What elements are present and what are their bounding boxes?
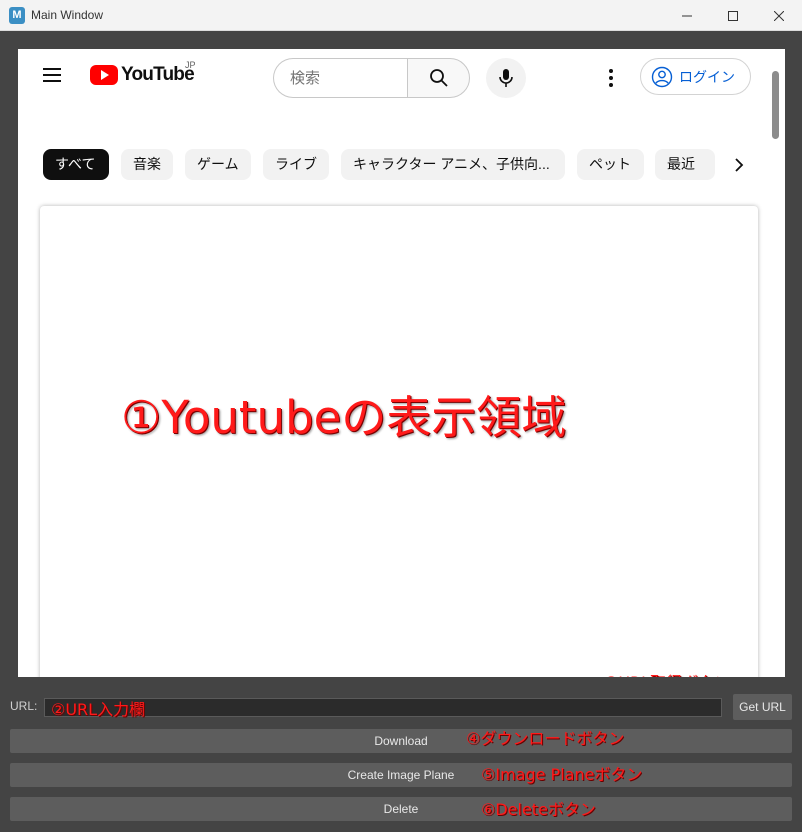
login-label: ログイン	[679, 68, 735, 85]
chip-next-button[interactable]	[725, 149, 753, 180]
title-bar: M Main Window	[0, 0, 802, 31]
maximize-icon	[728, 10, 738, 21]
login-button[interactable]: ログイン	[640, 58, 751, 95]
youtube-header: YouTube JP ログイン	[18, 49, 785, 105]
more-options-icon[interactable]	[599, 66, 623, 90]
minimize-button[interactable]	[664, 0, 710, 31]
youtube-search-button[interactable]	[407, 58, 470, 98]
main-panel: YouTube JP ログイン すべて 音楽 ゲーム ライブ キャラクター アニ…	[0, 31, 802, 832]
youtube-search-input[interactable]	[273, 58, 407, 98]
scrollbar-track[interactable]	[770, 49, 785, 677]
youtube-logo[interactable]: YouTube	[90, 63, 195, 87]
microphone-icon	[499, 69, 513, 87]
close-button[interactable]	[756, 0, 802, 31]
close-icon	[774, 10, 784, 21]
annotation-download: ④ダウンロードボタン	[466, 729, 625, 748]
chip-pets[interactable]: ペット	[577, 149, 644, 180]
annotation-get-url: ③URL取得ボタン	[604, 669, 730, 677]
chip-live[interactable]: ライブ	[263, 149, 329, 180]
category-chips: すべて 音楽 ゲーム ライブ キャラクター アニメ、子供向... ペット 最近	[18, 131, 785, 181]
delete-button[interactable]: Delete	[10, 797, 792, 821]
maximize-button[interactable]	[710, 0, 756, 31]
chip-games[interactable]: ゲーム	[185, 149, 251, 180]
chip-music[interactable]: 音楽	[121, 149, 173, 180]
minimize-icon	[682, 15, 692, 16]
chip-anime[interactable]: キャラクター アニメ、子供向...	[341, 149, 565, 180]
account-icon	[651, 66, 673, 87]
youtube-web-view[interactable]: YouTube JP ログイン すべて 音楽 ゲーム ライブ キャラクター アニ…	[18, 49, 785, 677]
youtube-logo-text: YouTube	[121, 64, 195, 85]
scrollbar-thumb[interactable]	[772, 71, 779, 139]
youtube-play-icon	[90, 65, 118, 85]
annotation-image-plane: ⑤Image Planeボタン	[481, 765, 643, 784]
download-button[interactable]: Download	[10, 729, 792, 753]
annotation-delete: ⑥Deleteボタン	[481, 800, 596, 819]
url-label: URL:	[10, 699, 38, 713]
annotation-display-area: ①Youtubeの表示領域	[121, 391, 567, 444]
voice-search-button[interactable]	[486, 58, 526, 98]
chevron-right-icon	[735, 157, 744, 172]
create-image-plane-button[interactable]: Create Image Plane	[10, 763, 792, 787]
app-icon: M	[9, 7, 25, 24]
menu-icon[interactable]	[43, 63, 67, 87]
window-title: Main Window	[31, 8, 104, 22]
search-icon	[429, 69, 448, 87]
chip-all[interactable]: すべて	[43, 149, 109, 180]
region-code: JP	[185, 60, 196, 70]
get-url-button[interactable]: Get URL	[733, 694, 792, 720]
chip-recent[interactable]: 最近	[655, 149, 715, 180]
annotation-url-input: ②URL入力欄	[51, 700, 146, 719]
url-input[interactable]	[44, 698, 722, 717]
